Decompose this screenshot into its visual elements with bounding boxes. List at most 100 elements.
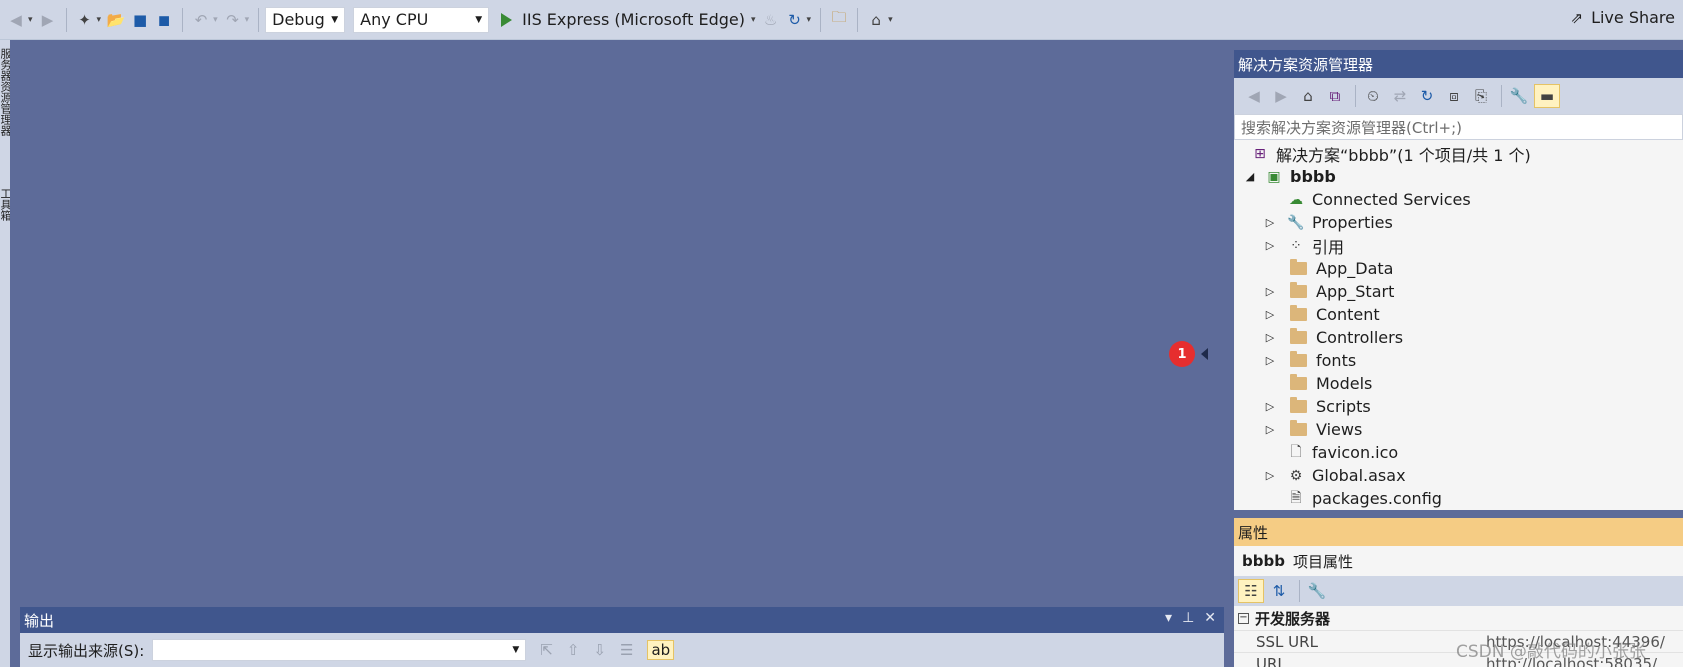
new-item-dropdown-icon[interactable]: ▾ [97,15,102,25]
expand-icon[interactable]: ▷ [1264,400,1276,413]
new-item-icon[interactable]: ✦ [74,6,96,34]
expand-icon[interactable]: ▷ [1264,423,1276,436]
toolbar-separator [1355,85,1356,107]
solution-item[interactable]: 🗋 favicon.ico [1234,441,1683,464]
solution-item[interactable]: ▷ Scripts [1234,395,1683,418]
close-icon[interactable]: ✕ [1204,610,1216,626]
refresh-dropdown-icon[interactable]: ▾ [807,15,812,25]
properties-wrench-icon[interactable]: 🔧 [1507,84,1531,108]
configuration-value: Debug [272,10,325,29]
previous-message-icon[interactable]: ⇧ [567,641,580,659]
run-dropdown-icon[interactable]: ▾ [751,15,756,25]
find-message-icon[interactable]: ⇱ [540,641,553,659]
word-wrap-icon[interactable]: ab [647,640,675,660]
toolbar-options-icon[interactable]: ▾ [888,15,893,25]
undo-icon[interactable]: ↶ [190,6,212,34]
solution-item-label: favicon.ico [1312,443,1399,462]
toolbar-separator [820,7,822,32]
categorized-icon[interactable]: ☷ [1238,579,1264,603]
web-project-icon: ▣ [1267,168,1281,185]
output-source-select[interactable]: ▼ [152,639,527,661]
hot-reload-icon[interactable]: ♨ [760,6,782,34]
save-all-icon[interactable]: ◼ [153,6,175,34]
live-share-button[interactable]: ⇗ Live Share [1570,8,1675,27]
preview-selected-icon[interactable]: ▬ [1534,84,1560,108]
solution-item-label: App_Start [1316,282,1395,301]
project-node[interactable]: ◢ ▣ bbbb [1234,165,1683,188]
solution-item[interactable]: ▷ Content [1234,303,1683,326]
platform-select[interactable]: Any CPU ▼ [353,6,490,33]
redo-dropdown-icon[interactable]: ▾ [245,15,250,25]
folder-icon [1290,374,1307,390]
solution-item[interactable]: Models [1234,372,1683,395]
solution-item-label: fonts [1316,351,1357,370]
collapse-category-icon[interactable]: − [1238,612,1249,624]
expand-icon[interactable]: ▷ [1264,354,1276,367]
collapse-all-icon[interactable]: ⧈ [1442,84,1466,108]
solution-item[interactable]: ▷ Views [1234,418,1683,441]
toolbar-separator [1501,85,1502,107]
run-button[interactable]: IIS Express (Microsoft Edge) ▾ [501,10,758,29]
back-dropdown-icon[interactable]: ▾ [28,15,33,25]
solution-search-input[interactable]: 搜索解决方案资源管理器(Ctrl+;) [1234,114,1683,140]
switch-views-icon[interactable]: ⧉ [1323,84,1347,108]
run-target-label: IIS Express (Microsoft Edge) [522,10,746,29]
undo-dropdown-icon[interactable]: ▾ [213,15,218,25]
folder-icon [1290,282,1307,298]
solution-item[interactable]: ▷ ⚙ Global.asax [1234,464,1683,487]
platform-value: Any CPU [360,10,429,29]
expand-icon[interactable]: ▷ [1264,469,1276,482]
expand-icon[interactable]: ▷ [1264,285,1276,298]
next-message-icon[interactable]: ⇩ [593,641,606,659]
forward-icon[interactable]: ▶ [37,6,59,34]
solution-item[interactable]: ▷ 🔧 Properties [1234,211,1683,234]
solution-item-label: Views [1316,420,1363,439]
show-all-files-icon[interactable]: ⎘ [1469,84,1493,108]
home-icon[interactable]: ⌂ [1296,84,1320,108]
forward-icon[interactable]: ▶ [1269,84,1293,108]
solution-item-label: Properties [1312,213,1393,232]
open-folder-icon[interactable]: 📂 [105,6,127,34]
pin-icon[interactable]: ⊥ [1182,610,1194,626]
sync-icon[interactable]: ⇄ [1388,84,1412,108]
pending-changes-icon[interactable]: ⏲ [1361,84,1385,108]
solution-item[interactable]: ▷ Controllers [1234,326,1683,349]
expand-icon[interactable]: ▷ [1264,331,1276,344]
alphabetical-icon[interactable]: ⇅ [1267,579,1291,603]
collapse-arrow-icon[interactable] [1201,348,1208,360]
solution-item[interactable]: ▷ ⁘ 引用 [1234,234,1683,257]
refresh-icon[interactable]: ↻ [1415,84,1439,108]
server-explorer-tab[interactable]: 服务器资源管理器 [0,48,10,170]
configuration-select[interactable]: Debug ▼ [265,6,346,33]
project-label: bbbb [1290,167,1336,186]
watermark: CSDN @敲代码的小张张 [1456,642,1646,662]
save-icon[interactable]: ■ [129,6,151,34]
browser-link-icon[interactable]: ⌂ [865,6,887,34]
expand-icon[interactable]: ▷ [1264,308,1276,321]
solution-item[interactable]: App_Data [1234,257,1683,280]
chevron-down-icon: ▼ [512,645,520,655]
back-icon[interactable]: ◀ [5,6,27,34]
property-category[interactable]: − 开发服务器 [1234,606,1683,630]
expand-icon[interactable]: ▷ [1264,216,1276,229]
notification-badge[interactable]: 1 [1169,341,1195,367]
solution-item[interactable]: 🗎 packages.config [1234,487,1683,510]
toolbar-separator [65,7,67,32]
expanded-icon[interactable]: ◢ [1244,170,1256,183]
solution-item[interactable]: ☁ Connected Services [1234,188,1683,211]
refresh-icon[interactable]: ↻ [784,6,806,34]
expand-icon[interactable]: ▷ [1264,239,1276,252]
solution-item-label: App_Data [1316,259,1394,278]
clear-all-icon[interactable]: ☰ [620,641,633,659]
back-icon[interactable]: ◀ [1242,84,1266,108]
redo-icon[interactable]: ↷ [222,6,244,34]
solution-item[interactable]: ▷ fonts [1234,349,1683,372]
property-pages-wrench-icon[interactable]: 🔧 [1305,579,1329,603]
solution-node[interactable]: ⊞ 解决方案“bbbb”(1 个项目/共 1 个) [1234,142,1683,165]
toolbox-tab[interactable]: 工具箱 [0,188,10,238]
toolbar-separator [258,7,260,32]
find-in-files-icon[interactable]: 🗀 [828,6,850,34]
solution-item[interactable]: ▷ App_Start [1234,280,1683,303]
window-menu-icon[interactable]: ▾ [1165,610,1172,626]
live-share-label: Live Share [1591,8,1675,27]
